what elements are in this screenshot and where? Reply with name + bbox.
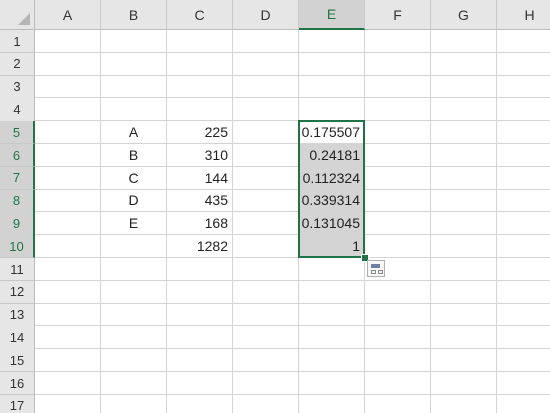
row-header-5[interactable]: 5 — [0, 121, 35, 145]
gridline-row-10 — [35, 257, 550, 258]
gridline-row-9 — [35, 234, 550, 236]
cell-b7[interactable]: C — [101, 167, 166, 189]
cell-c7[interactable]: 144 — [167, 167, 232, 189]
gridline-row-12 — [35, 302, 550, 304]
column-header-b[interactable]: B — [101, 0, 167, 30]
row-header-1[interactable]: 1 — [0, 30, 35, 54]
select-all-corner[interactable] — [0, 0, 35, 30]
gridline-row-3 — [35, 97, 550, 99]
column-header-d[interactable]: D — [233, 0, 299, 30]
select-all-triangle-icon — [18, 13, 30, 25]
row-header-7[interactable]: 7 — [0, 166, 35, 191]
gridline-row-14 — [35, 348, 550, 350]
row-header-9[interactable]: 9 — [0, 212, 35, 236]
cell-e7[interactable]: 0.112324 — [299, 166, 364, 189]
row-header-6[interactable]: 6 — [0, 144, 35, 168]
quick-analysis-glyph — [371, 270, 376, 274]
row-header-17[interactable]: 17 — [0, 394, 35, 413]
cell-b5[interactable]: A — [101, 121, 166, 143]
column-header-e[interactable]: E — [299, 0, 365, 30]
cell-e5[interactable]: 0.175507 — [299, 121, 364, 143]
gridline-row-2 — [35, 74, 550, 76]
row-header-4[interactable]: 4 — [0, 98, 35, 122]
gridline-col-F — [430, 30, 431, 413]
gridline-col-G — [496, 30, 497, 413]
gridline-row-15 — [35, 371, 550, 372]
row-header-10[interactable]: 10 — [0, 235, 35, 259]
gridline-row-16 — [35, 393, 550, 395]
row-header-2[interactable]: 2 — [0, 52, 35, 77]
cell-c8[interactable]: 435 — [167, 190, 232, 212]
cell-e8[interactable]: 0.339314 — [299, 189, 364, 212]
cell-c6[interactable]: 310 — [167, 144, 232, 166]
cell-e6[interactable]: 0.24181 — [299, 144, 364, 166]
gridline-row-13 — [35, 325, 550, 327]
cell-e10[interactable]: 1 — [299, 235, 364, 257]
row-header-12[interactable]: 12 — [0, 280, 35, 305]
cell-c5[interactable]: 225 — [167, 121, 232, 143]
quick-analysis-glyph — [378, 270, 383, 274]
gridline-col-C — [232, 30, 233, 413]
gridline-row-11 — [35, 279, 550, 281]
row-header-8[interactable]: 8 — [0, 189, 35, 213]
cell-b9[interactable]: E — [101, 212, 166, 234]
column-header-f[interactable]: F — [365, 0, 431, 30]
spreadsheet-grid[interactable]: A B C D E F G H 1 2 3 4 5 6 7 8 9 10 11 12 13 14 15 16 17 A 225 0.1… — [0, 0, 550, 413]
quick-analysis-glyph — [371, 264, 380, 268]
cell-b6[interactable]: B — [101, 144, 166, 166]
gridline-row-1 — [35, 51, 550, 53]
row-header-15[interactable]: 15 — [0, 349, 35, 373]
row-header-14[interactable]: 14 — [0, 326, 35, 350]
column-header-a[interactable]: A — [35, 0, 101, 30]
cell-c10[interactable]: 1282 — [167, 235, 232, 257]
gridline-col-E — [364, 30, 365, 413]
column-header-h[interactable]: H — [497, 0, 550, 30]
quick-analysis-icon[interactable] — [367, 260, 385, 277]
row-header-16[interactable]: 16 — [0, 372, 35, 396]
cell-c9[interactable]: 168 — [167, 212, 232, 234]
row-header-3[interactable]: 3 — [0, 75, 35, 99]
row-header-13[interactable]: 13 — [0, 303, 35, 327]
column-header-g[interactable]: G — [431, 0, 497, 30]
cell-b8[interactable]: D — [101, 190, 166, 212]
row-header-11[interactable]: 11 — [0, 258, 35, 282]
cell-e9[interactable]: 0.131045 — [299, 212, 364, 235]
column-header-c[interactable]: C — [167, 0, 233, 30]
